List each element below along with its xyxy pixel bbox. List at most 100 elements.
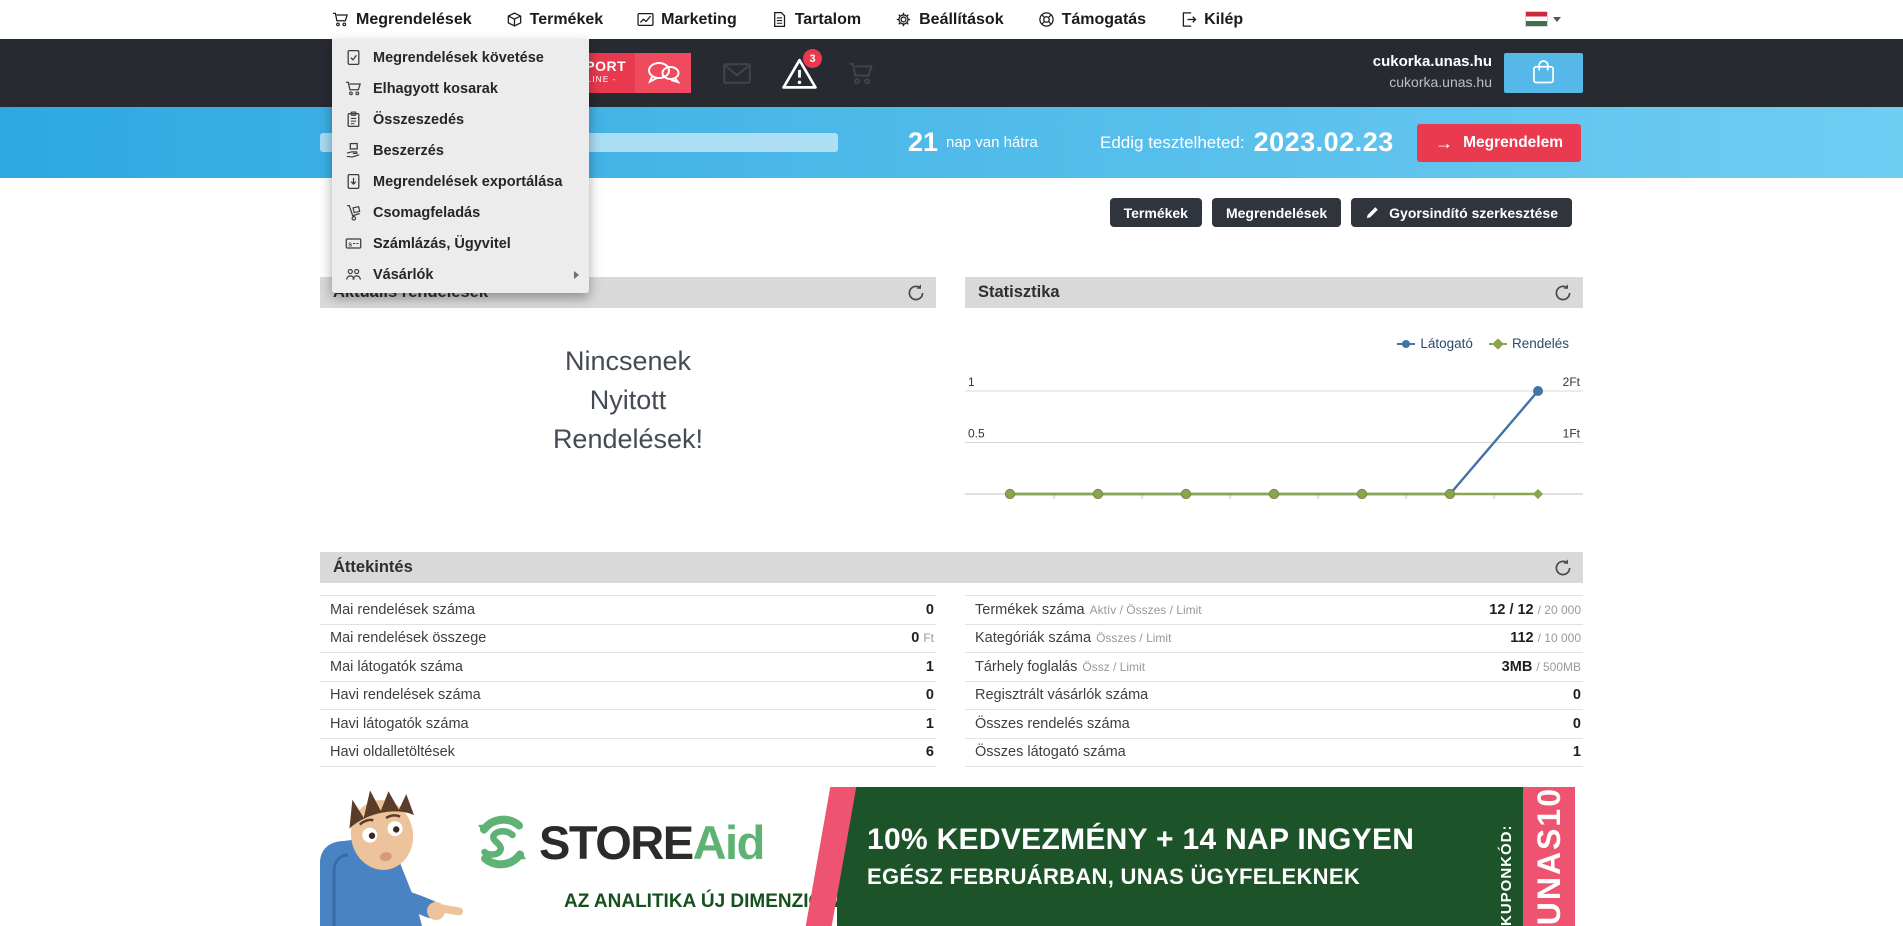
overview-table-right: Termékek számaAktív / Összes / Limit 12 … [965,595,1583,767]
hand-box-icon [345,142,362,159]
days-remaining-number: 21 [908,127,938,158]
box-icon [506,11,523,28]
deadline-label: Eddig tesztelheted: [1100,133,1245,153]
menu-item[interactable]: Kilép [1180,11,1243,29]
svg-text:2Ft: 2Ft [1563,375,1581,389]
dropdown-item[interactable]: Összeszedés [332,104,589,135]
quick-button[interactable]: Megrendelések [1212,198,1341,227]
dropdown-item[interactable]: Elhagyott kosarak [332,73,589,104]
document-icon [771,11,788,28]
overview-panel: Áttekintés Mai rendelések száma 0 Mai re… [320,552,1583,583]
chat-bubbles-icon [635,53,691,93]
svg-text:1: 1 [968,375,975,389]
refresh-icon[interactable] [906,283,926,303]
order-now-button[interactable]: → Megrendelem [1417,124,1581,162]
deadline-date: 2023.02.23 [1254,127,1394,158]
refresh-icon[interactable] [1553,283,1573,303]
table-row: Havi látogatók száma 1 [320,710,936,739]
table-row: Tárhely foglalásÖssz / Limit 3MB/ 500MB [965,653,1583,682]
storeaid-arrows-icon [473,813,531,871]
menu-item[interactable]: Beállítások [895,11,1003,29]
chart-icon [637,11,654,28]
svg-text:s: s [348,241,352,248]
shopping-bag-icon [1532,59,1555,87]
trial-bar: 21 nap van hátra Eddig tesztelheted: 202… [0,107,1903,178]
warning-icon[interactable]: 3 [780,56,818,90]
legend-marker-icon [1397,338,1415,350]
cart-icon [345,80,362,97]
overview-table-left: Mai rendelések száma 0 Mai rendelések ös… [320,595,936,767]
alert-count-badge: 3 [803,49,822,68]
dropdown-item[interactable]: Vásárlók [332,259,589,290]
cart-icon [332,11,349,28]
table-row: Termékek számaAktív / Összes / Limit 12 … [965,596,1583,625]
no-open-orders-message: Nincsenek Nyitott Rendelések! [320,308,936,459]
menu-item[interactable]: Termékek [506,11,604,29]
quick-buttons-bar: Termékek Megrendelések Gyorsindító szerk… [0,198,1903,227]
cart-icon[interactable] [842,56,880,90]
storeaid-promo-banner[interactable]: STOREAid AZ ANALITIKA ÚJ DIMENZIÓJA 10% … [320,787,1575,926]
coupon-code: UNAS10 [1531,787,1568,925]
topbar: SUPPORT - ONLINE - 3 cukorka.unas.hu cuk… [0,39,1903,107]
table-row: Mai látogatók száma 1 [320,653,936,682]
table-row: Összes rendelés száma 0 [965,710,1583,739]
open-shop-button[interactable] [1504,53,1583,93]
statistics-chart: 1 2Ft 0.5 1Ft [965,363,1583,520]
menu-item[interactable]: Tartalom [771,11,861,29]
submenu-arrow-icon [574,271,579,279]
shop-domain-link[interactable]: cukorka.unas.hu [1373,72,1492,92]
legend-item[interactable]: Rendelés [1489,336,1569,351]
dropdown-item[interactable]: s Számlázás, Ügyvitel [332,228,589,259]
chevron-down-icon [1553,17,1561,22]
panel-title: Statisztika [978,283,1060,302]
logo-store-text: STORE [539,816,693,869]
main-menubar: Megrendelések Termékek Marketing Tartalo… [0,0,1903,39]
hungarian-flag-icon [1526,12,1547,26]
days-remaining-label: nap van hátra [946,134,1038,151]
handtruck-icon [345,204,362,221]
banner-tagline: AZ ANALITIKA ÚJ DIMENZIÓJA [564,891,801,913]
support-icon [1038,11,1055,28]
dropdown-item[interactable]: Megrendelések követése [332,42,589,73]
dropdown-item[interactable]: Megrendelések exportálása [332,166,589,197]
table-row: Regisztrált vásárlók száma 0 [965,682,1583,711]
quick-button[interactable]: Gyorsindító szerkesztése [1351,198,1572,227]
table-row: Kategóriák számaÖsszes / Limit 112/ 10 0… [965,625,1583,654]
coupon-label: KUPONKÓD: [1498,787,1515,926]
envelope-icon[interactable] [718,56,756,90]
statistics-panel: Statisztika Látogató Rendelés 1 2Ft 0.5 1Ft [965,277,1583,520]
pointing-man-illustration [320,787,485,926]
menu-item[interactable]: Megrendelések [332,11,472,29]
arrow-right-icon: → [1435,133,1453,154]
exit-icon [1180,11,1197,28]
clipboard-icon [345,111,362,128]
table-row: Mai rendelések összege 0Ft [320,625,936,654]
customers-icon [345,266,362,283]
table-row: Mai rendelések száma 0 [320,596,936,625]
current-orders-panel: Aktuális rendelések Nincsenek Nyitott Re… [320,277,936,459]
quick-button[interactable]: Termékek [1110,198,1202,227]
dropdown-item[interactable]: Csomagfeladás [332,197,589,228]
chart-legend: Látogató Rendelés [965,336,1583,351]
gear-icon [895,11,912,28]
invoice-icon: s [345,235,362,252]
table-row: Összes látogató száma 1 [965,739,1583,768]
legend-item[interactable]: Látogató [1397,336,1473,351]
svg-text:0.5: 0.5 [968,427,985,441]
language-selector[interactable] [1526,12,1561,26]
banner-subheadline: EGÉSZ FEBRUÁRBAN, UNAS ÜGYFELEKNEK [867,864,1523,890]
dropdown-item[interactable]: Beszerzés [332,135,589,166]
refresh-icon[interactable] [1553,558,1573,578]
doc-check-icon [345,49,362,66]
table-row: Havi rendelések száma 0 [320,682,936,711]
legend-marker-icon [1489,338,1507,350]
shop-name: cukorka.unas.hu [1373,52,1492,72]
svg-text:1Ft: 1Ft [1563,427,1581,441]
orders-dropdown-menu: Megrendelések követése Elhagyott kosarak… [332,39,589,293]
menu-item[interactable]: Marketing [637,11,737,29]
table-row: Havi oldalletöltések 6 [320,739,936,768]
panel-title: Áttekintés [333,558,413,577]
main-menu: Megrendelések Termékek Marketing Tartalo… [320,0,1583,39]
menu-item[interactable]: Támogatás [1038,11,1146,29]
doc-export-icon [345,173,362,190]
